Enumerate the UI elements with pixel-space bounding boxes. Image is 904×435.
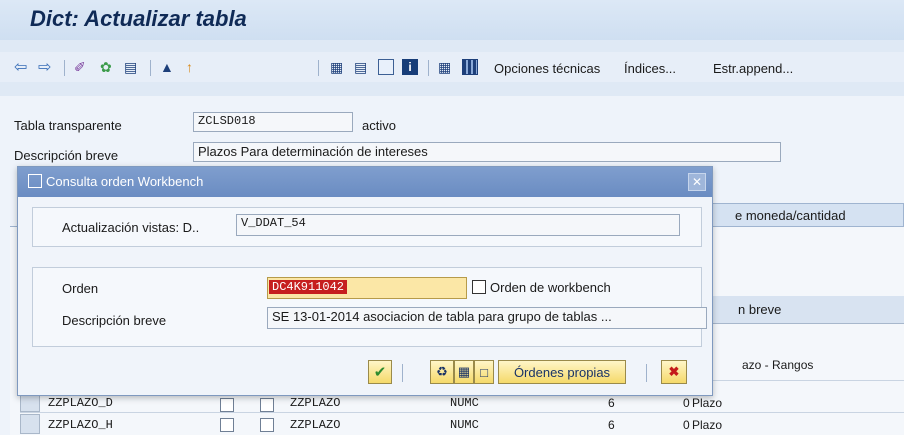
structure-icon[interactable]: ▦	[330, 58, 343, 76]
request-list-icon[interactable]: ▦	[454, 360, 474, 384]
pin-icon[interactable]: ↑	[186, 58, 193, 76]
table-name-field[interactable]: ZCLSD018	[193, 112, 353, 132]
row-decimals: 0	[683, 396, 690, 410]
toolbar-separator	[64, 60, 65, 76]
toolbar-separator	[150, 60, 151, 76]
initial-checkbox[interactable]	[260, 398, 274, 412]
indexes-button[interactable]: Índices...	[624, 61, 676, 76]
order-type-text: Orden de workbench	[490, 280, 611, 295]
append-structure-button[interactable]: Estr.append...	[713, 61, 793, 76]
row-data-element: ZZPLAZO	[290, 418, 341, 432]
cancel-x-icon[interactable]: ✖	[661, 360, 687, 384]
row-description: Plazo	[692, 418, 723, 432]
row-field-name: ZZPLAZO_H	[48, 418, 113, 432]
application-toolbar: ⇦ ⇨ ✐ ✿ ▤ ▲ ↑ ▦ ▤ i ▦ Opciones técnicas …	[0, 52, 904, 82]
initial-checkbox[interactable]	[260, 418, 274, 432]
toolbar-separator	[318, 60, 319, 76]
workbench-request-icon	[472, 280, 486, 294]
column-header-description[interactable]: n breve	[700, 296, 904, 324]
own-orders-button[interactable]: Órdenes propias	[498, 360, 626, 384]
status-text: activo	[362, 118, 396, 133]
row-data-type: NUMC	[450, 418, 479, 432]
column-header-label: n breve	[738, 302, 782, 317]
back-arrow-icon[interactable]: ⇦	[14, 58, 27, 76]
grid-icon[interactable]	[462, 58, 478, 76]
layout-icon[interactable]: ▦	[438, 58, 451, 76]
dialog-title: Consulta orden Workbench	[46, 174, 204, 189]
order-number-field[interactable]: DC4K911042	[267, 277, 467, 299]
dialog-request-icon	[28, 174, 42, 188]
confirm-check-icon[interactable]: ✔	[368, 360, 392, 384]
maintenance-label: Actualización vistas: D..	[62, 220, 200, 235]
description-field[interactable]: Plazos Para determinación de intereses	[193, 142, 781, 162]
info-icon[interactable]: i	[402, 58, 418, 76]
maintenance-view-field[interactable]: V_DDAT_54	[236, 214, 680, 236]
close-icon[interactable]: ✕	[688, 173, 706, 191]
window-title: Dict: Actualizar tabla	[30, 6, 247, 31]
table-icon[interactable]: ▤	[354, 58, 367, 76]
dialog-button-separator	[646, 364, 647, 382]
row-description: Plazo	[692, 396, 723, 410]
technical-options-button[interactable]: Opciones técnicas	[494, 61, 600, 76]
table-type-label: Tabla transparente	[14, 118, 122, 133]
toolbar-separator	[428, 60, 429, 76]
row-decimals: 0	[683, 418, 690, 432]
glasses-icon[interactable]: ✐	[74, 58, 86, 76]
object-icon[interactable]: ✿	[100, 58, 112, 76]
where-used-icon[interactable]: ▲	[160, 58, 174, 76]
order-description-label: Descripción breve	[62, 313, 167, 328]
tab-currency-fields[interactable]: e moneda/cantidad	[690, 203, 904, 227]
dialog-title-bar[interactable]: Consulta orden Workbench ✕	[18, 167, 712, 197]
screen-icon[interactable]	[378, 58, 394, 76]
hierarchy-icon[interactable]: ▤	[124, 58, 137, 76]
title-bar: Dict: Actualizar tabla	[0, 0, 904, 40]
row-selector[interactable]	[20, 414, 40, 434]
order-description-field[interactable]: SE 13-01-2014 asociacion de tabla para g…	[267, 307, 707, 329]
row-length: 6	[608, 396, 615, 410]
key-checkbox[interactable]	[220, 418, 234, 432]
row-data-type: NUMC	[450, 396, 479, 410]
forward-arrow-icon[interactable]: ⇨	[38, 58, 51, 76]
description-label: Descripción breve	[14, 148, 119, 163]
row-length: 6	[608, 418, 615, 432]
row-field-name: ZZPLAZO_D	[48, 396, 113, 410]
order-number-value: DC4K911042	[269, 280, 348, 294]
row-data-element: ZZPLAZO	[290, 396, 341, 410]
order-label: Orden	[62, 281, 99, 296]
key-checkbox[interactable]	[220, 398, 234, 412]
dialog-button-separator	[402, 364, 403, 382]
new-document-icon[interactable]: □	[474, 360, 494, 384]
row-divider	[20, 412, 904, 413]
tab-currency-label: e moneda/cantidad	[735, 208, 846, 223]
row-description: azo - Rangos	[742, 358, 814, 372]
workbench-request-dialog: Consulta orden Workbench ✕ Actualización…	[17, 166, 713, 396]
create-request-icon[interactable]: ♻	[430, 360, 454, 384]
